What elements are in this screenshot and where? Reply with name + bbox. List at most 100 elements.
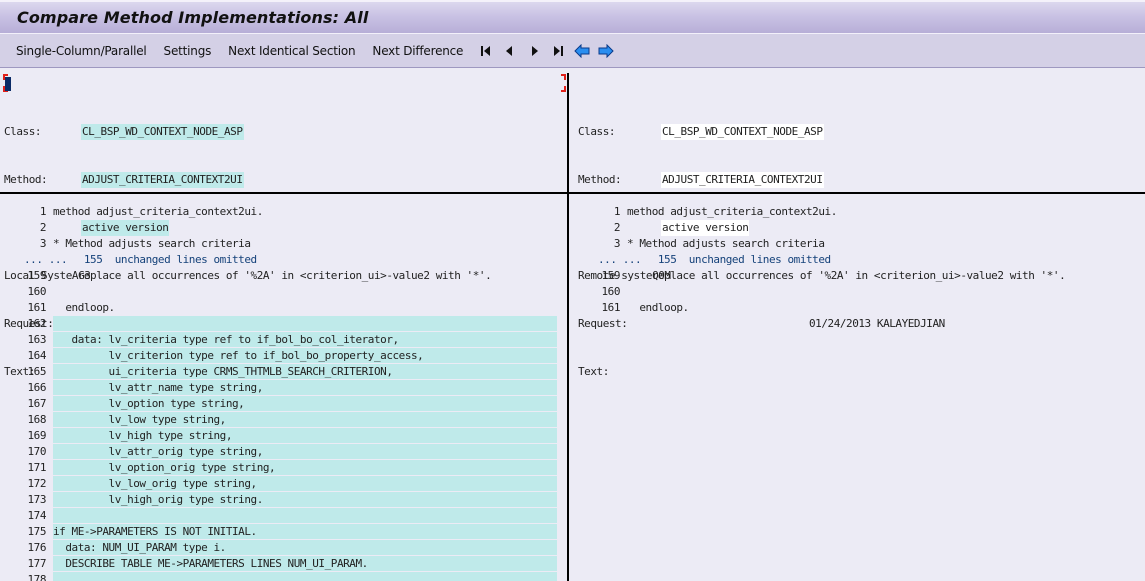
code-line[interactable]: 163 data: lv_criteria type ref to if_bol… [0,332,557,348]
window-title: Compare Method Implementations: All [17,8,369,27]
line-number: 172 [27,477,46,490]
pane-divider-vertical[interactable] [567,73,569,581]
line-number: 171 [27,461,46,474]
line-number: 3 [613,237,621,250]
code-line[interactable]: 177 DESCRIBE TABLE ME->PARAMETERS LINES … [0,556,557,572]
request-date: 01/24/2013 KALAYEDJIAN [809,317,945,330]
code-text [53,572,557,581]
code-text: replace all occurrences of '%2A' in <cri… [627,269,1066,282]
code-text: DESCRIBE TABLE ME->PARAMETERS LINES NUM_… [53,556,557,571]
code-line[interactable]: 173 lv_high_orig type string. [0,492,557,508]
code-line[interactable]: 175 if ME->PARAMETERS IS NOT INITIAL. [0,524,557,540]
line-number: 2 [39,221,47,234]
method-value: ADJUST_CRITERIA_CONTEXT2UI [661,172,824,188]
line-number: 164 [27,349,46,362]
method-value: ADJUST_CRITERIA_CONTEXT2UI [81,172,244,188]
line-number: 159 [601,269,620,282]
omitted-lines-text: 155 unchanged lines omitted [627,253,831,266]
code-line[interactable]: 2 [574,220,1145,236]
title-bar: Compare Method Implementations: All [0,0,1145,34]
next-difference-button[interactable]: Next Difference [372,44,463,58]
code-text: ui_criteria type CRMS_THTMLB_SEARCH_CRIT… [53,364,557,379]
line-number: 162 [27,317,46,330]
line-number: 1 [613,205,621,218]
text-label: Text: [578,365,609,378]
previous-page-icon[interactable] [502,43,518,59]
line-number: 2 [613,221,621,234]
settings-button[interactable]: Settings [164,44,212,58]
code-line[interactable]: 2 [0,220,557,236]
code-text: replace all occurrences of '%2A' in <cri… [53,269,492,282]
code-text [53,316,557,331]
code-line[interactable]: 160 [574,284,1145,300]
code-line[interactable]: 164 lv_criterion type ref to if_bol_bo_p… [0,348,557,364]
code-text: data: NUM_UI_PARAM type i. [53,540,557,555]
header-divider [0,192,1145,194]
code-text: lv_option_orig type string, [53,460,557,475]
code-text: lv_low type string, [53,412,557,427]
arrow-right-icon[interactable] [598,43,614,59]
code-line[interactable]: 3 * Method adjusts search criteria [574,236,1145,252]
code-line[interactable]: 166 lv_attr_name type string, [0,380,557,396]
class-label: Class: [4,125,42,138]
last-page-icon[interactable] [550,43,566,59]
code-text: endloop. [627,301,689,314]
code-line[interactable]: 174 [0,508,557,524]
code-line[interactable]: 171 lv_option_orig type string, [0,460,557,476]
code-line[interactable]: 176 data: NUM_UI_PARAM type i. [0,540,557,556]
next-identical-section-button[interactable]: Next Identical Section [228,44,355,58]
code-line[interactable]: 3 * Method adjusts search criteria [0,236,557,252]
code-text: * Method adjusts search criteria [627,237,825,250]
line-number: 165 [27,365,46,378]
line-number: 174 [27,509,46,522]
line-number: 170 [27,445,46,458]
omitted-lines-row[interactable]: ... ... 155 unchanged lines omitted [0,252,557,268]
code-line[interactable]: 159 replace all occurrences of '%2A' in … [574,268,1145,284]
line-number: 167 [27,397,46,410]
code-line[interactable]: 169 lv_high type string, [0,428,557,444]
line-number: 163 [27,333,46,346]
selection-bracket-bottom-right [561,86,566,92]
code-line[interactable]: 162 [0,316,557,332]
code-text: lv_criterion type ref to if_bol_bo_prope… [53,348,557,363]
code-line[interactable]: 160 [0,284,557,300]
class-value: CL_BSP_WD_CONTEXT_NODE_ASP [81,124,244,140]
method-label: Method: [4,173,48,186]
arrow-left-icon[interactable] [574,43,590,59]
line-number: 1 [39,205,47,218]
code-line[interactable]: 1 method adjust_criteria_context2ui. [574,204,1145,220]
code-line[interactable]: 165 ui_criteria type CRMS_THTMLB_SEARCH_… [0,364,557,380]
next-page-icon[interactable] [526,43,542,59]
line-number: 3 [39,237,47,250]
code-text: endloop. [53,301,115,314]
code-text: data: lv_criteria type ref to if_bol_bo_… [53,332,557,347]
code-line[interactable]: 167 lv_option type string, [0,396,557,412]
local-source-pane[interactable]: 1 method adjust_criteria_context2ui. 2 3 * M… [0,204,557,581]
line-number: 160 [601,285,620,298]
line-number: 160 [27,285,46,298]
code-line[interactable]: 170 lv_attr_orig type string, [0,444,557,460]
code-line[interactable]: 159 replace all occurrences of '%2A' in … [0,268,557,284]
single-column-parallel-button[interactable]: Single-Column/Parallel [16,44,147,58]
code-line[interactable]: 178 [0,572,557,581]
remote-source-pane[interactable]: 1 method adjust_criteria_context2ui. 2 3 * M… [574,204,1145,316]
code-line[interactable]: 172 lv_low_orig type string, [0,476,557,492]
code-text: lv_attr_orig type string, [53,444,557,459]
code-line[interactable]: 168 lv_low type string, [0,412,557,428]
code-line[interactable]: 161 endloop. [574,300,1145,316]
line-number: 175 [27,525,46,538]
line-number: 159 [27,269,46,282]
omitted-lines-text: 155 unchanged lines omitted [53,253,257,266]
first-page-icon[interactable] [478,43,494,59]
line-number: 168 [27,413,46,426]
code-line[interactable]: 161 endloop. [0,300,557,316]
line-number: 178 [27,573,46,581]
omitted-lines-row[interactable]: ... ... 155 unchanged lines omitted [574,252,1145,268]
code-line[interactable]: 1 method adjust_criteria_context2ui. [0,204,557,220]
code-text: lv_high_orig type string. [53,492,557,507]
request-label: Request: [578,317,628,330]
application-toolbar: Single-Column/Parallel Settings Next Ide… [0,34,1145,68]
class-value: CL_BSP_WD_CONTEXT_NODE_ASP [661,124,824,140]
